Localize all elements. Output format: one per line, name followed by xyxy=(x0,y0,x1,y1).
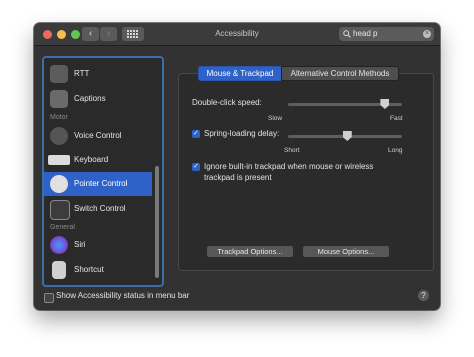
title-bar: ‹ › Accessibility head p × xyxy=(34,23,440,46)
forward-button[interactable]: › xyxy=(100,27,117,41)
double-click-speed-label: Double-click speed: xyxy=(192,98,262,107)
siri-icon xyxy=(50,236,68,254)
sidebar-scrollbar[interactable] xyxy=(155,166,159,278)
back-button[interactable]: ‹ xyxy=(82,27,99,41)
spring-loading-checkbox[interactable]: ✓ xyxy=(192,130,200,138)
switch-control-icon xyxy=(50,200,70,220)
sidebar-item-label: Captions xyxy=(74,94,106,103)
sidebar-item-label: RTT xyxy=(74,69,90,78)
zoom-window-button[interactable] xyxy=(71,30,80,39)
section-header-motor: Motor xyxy=(50,114,68,121)
sidebar-item-label: Keyboard xyxy=(74,155,109,164)
ignore-trackpad-label-line2: trackpad is present xyxy=(204,173,272,182)
sidebar-item-label: Switch Control xyxy=(74,204,126,213)
sidebar-item-label: Pointer Control xyxy=(74,179,128,188)
keyboard-icon xyxy=(48,155,70,165)
sidebar-item-switch-control[interactable]: Switch Control xyxy=(44,197,152,221)
sidebar-item-voice-control[interactable]: Voice Control xyxy=(44,124,152,148)
sidebar-item-rtt[interactable]: RTT xyxy=(44,62,152,86)
close-window-button[interactable] xyxy=(43,30,52,39)
ignore-trackpad-label-line1: Ignore built-in trackpad when mouse or w… xyxy=(204,162,374,171)
clear-search-icon[interactable]: × xyxy=(423,30,431,38)
help-button[interactable]: ? xyxy=(418,290,429,301)
sidebar: RTT Captions Motor Voice Control Keyboar… xyxy=(42,56,164,287)
trackpad-options-button[interactable]: Trackpad Options... xyxy=(206,245,294,258)
show-all-button[interactable] xyxy=(122,27,144,41)
show-status-checkbox[interactable] xyxy=(44,293,54,303)
double-click-speed-max-label: Fast xyxy=(390,115,403,122)
grid-icon xyxy=(127,30,138,38)
spring-loading-min-label: Short xyxy=(284,147,300,154)
ignore-trackpad-checkbox[interactable]: ✓ xyxy=(192,163,200,171)
preferences-window: ‹ › Accessibility head p × RTT Captions … xyxy=(34,23,440,310)
pointer-control-icon xyxy=(50,175,68,193)
voice-control-icon xyxy=(50,127,68,145)
sidebar-item-keyboard[interactable]: Keyboard xyxy=(44,148,152,172)
captions-icon xyxy=(50,90,68,108)
search-field[interactable]: head p × xyxy=(339,27,434,41)
double-click-speed-min-label: Slow xyxy=(268,115,283,122)
search-icon xyxy=(343,30,351,38)
sidebar-item-pointer-control[interactable]: Pointer Control xyxy=(44,172,152,196)
show-status-label: Show Accessibility status in menu bar xyxy=(56,291,190,300)
search-input-value[interactable]: head p xyxy=(353,27,377,41)
sidebar-item-shortcut[interactable]: Shortcut xyxy=(44,258,152,282)
sidebar-item-label: Voice Control xyxy=(74,131,122,140)
tab-mouse-trackpad[interactable]: Mouse & Trackpad xyxy=(198,66,282,81)
rtt-icon xyxy=(50,65,68,83)
shortcut-icon xyxy=(52,261,66,279)
section-header-general: General xyxy=(50,224,75,231)
sidebar-item-captions[interactable]: Captions xyxy=(44,87,152,111)
window-title: Accessibility xyxy=(215,29,259,38)
mouse-options-button[interactable]: Mouse Options... xyxy=(302,245,390,258)
minimize-window-button[interactable] xyxy=(57,30,66,39)
chevron-right-icon: › xyxy=(106,28,111,39)
spring-loading-delay-label: Spring-loading delay: xyxy=(204,129,280,138)
sidebar-item-label: Shortcut xyxy=(74,265,104,274)
chevron-left-icon: ‹ xyxy=(88,28,93,39)
sidebar-item-siri[interactable]: Siri xyxy=(44,233,152,257)
tab-alternative-control-methods[interactable]: Alternative Control Methods xyxy=(281,66,399,81)
sidebar-item-label: Siri xyxy=(74,240,86,249)
spring-loading-max-label: Long xyxy=(388,147,403,154)
